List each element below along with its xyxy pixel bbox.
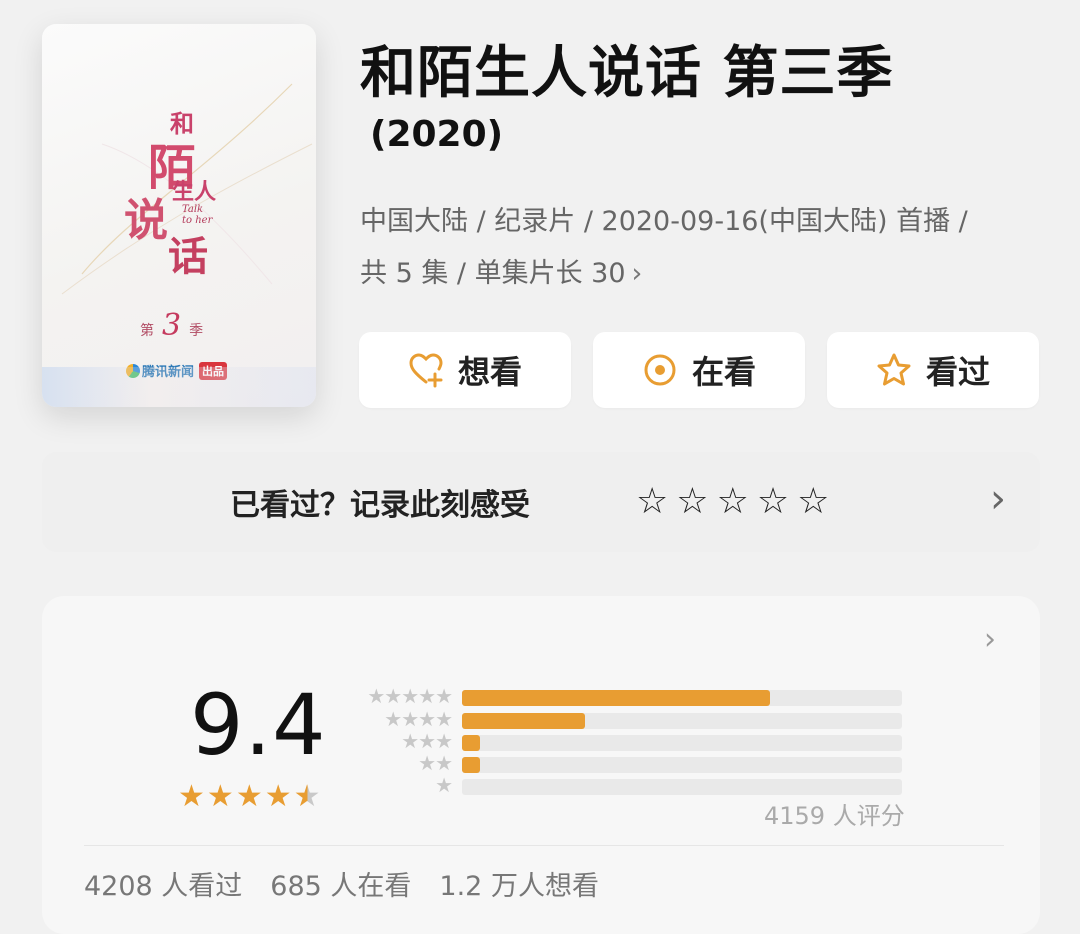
distribution-track bbox=[462, 757, 902, 773]
distribution-star-label: ★★★★★ bbox=[367, 684, 453, 708]
rate-star-3-icon[interactable]: ☆ bbox=[717, 482, 749, 522]
rating-count: 4159 人评分 bbox=[764, 802, 905, 830]
divider bbox=[84, 845, 1004, 846]
distribution-track bbox=[462, 690, 902, 706]
poster-char: 说 bbox=[124, 195, 168, 246]
chevron-right-icon: › bbox=[631, 258, 643, 289]
chevron-right-icon[interactable]: › bbox=[984, 622, 996, 657]
rate-star-4-icon[interactable]: ☆ bbox=[757, 482, 789, 522]
page-title: 和陌生人说话 第三季 bbox=[360, 41, 894, 106]
distribution-row-1-star: ★ bbox=[350, 773, 910, 797]
meta-info[interactable]: 中国大陆 / 纪录片 / 2020-09-16(中国大陆) 首播 / 共 5 集… bbox=[360, 196, 1050, 300]
audience-stats: 4208 人看过 685 人在看 1.2 万人想看 bbox=[84, 864, 599, 903]
distribution-star-label: ★ bbox=[435, 773, 453, 797]
distribution-fill bbox=[462, 735, 480, 751]
poster-swirl-decoration bbox=[61, 83, 313, 295]
distribution-row-4-star: ★★★★ bbox=[350, 707, 910, 731]
record-feeling-row[interactable] bbox=[42, 452, 1040, 552]
target-icon bbox=[644, 354, 676, 386]
distribution-track bbox=[462, 713, 902, 729]
watching-button-label: 在看 bbox=[691, 353, 756, 391]
rating-score: 9.4 bbox=[190, 676, 327, 774]
poster-image[interactable]: 和 陌 生人 说 话 Talk to her 第3季 腾讯新闻 出品 bbox=[42, 24, 316, 407]
score-stars: ★ ★ ★ ★ ★ bbox=[178, 780, 321, 814]
distribution-star-label: ★★★★ bbox=[384, 707, 453, 731]
rate-star-1-icon[interactable]: ☆ bbox=[636, 482, 668, 522]
distribution-track bbox=[462, 735, 902, 751]
star-outline-icon bbox=[877, 353, 911, 386]
rate-star-2-icon[interactable]: ☆ bbox=[676, 482, 708, 522]
distribution-row-2-star: ★★ bbox=[350, 751, 910, 775]
stat-watching: 685 人在看 bbox=[270, 871, 412, 902]
star-filled-icon: ★ bbox=[178, 779, 205, 814]
meta-line-2: 共 5 集 / 单集片长 30 › bbox=[360, 258, 643, 289]
release-year: (2020) bbox=[370, 114, 504, 155]
watching-button[interactable]: 在看 bbox=[593, 332, 805, 408]
star-filled-icon: ★ bbox=[235, 779, 263, 814]
poster-char: 话 bbox=[168, 233, 208, 280]
star-filled-icon: ★ bbox=[206, 779, 234, 814]
poster-english-subtitle: Talk to her bbox=[182, 204, 213, 226]
poster-season: 第3季 bbox=[140, 308, 206, 343]
distribution-row-3-star: ★★★ bbox=[350, 729, 910, 753]
star-filled-icon: ★ bbox=[264, 779, 292, 814]
distribution-fill bbox=[462, 690, 770, 706]
want-button[interactable]: 想看 bbox=[359, 332, 571, 408]
distribution-star-label: ★★★ bbox=[401, 729, 453, 753]
record-feeling-text: 已看过？记录此刻感受 bbox=[230, 488, 530, 523]
distribution-star-label: ★★ bbox=[418, 751, 453, 775]
chevron-right-icon[interactable]: › bbox=[990, 476, 1006, 522]
poster-char: 生人 bbox=[172, 179, 217, 205]
stat-want: 1.2 万人想看 bbox=[439, 871, 599, 902]
stat-watched: 4208 人看过 bbox=[84, 871, 243, 902]
rate-stars[interactable]: ☆ ☆ ☆ ☆ ☆ bbox=[636, 482, 829, 522]
rate-star-5-icon[interactable]: ☆ bbox=[797, 482, 829, 522]
poster-wash bbox=[42, 367, 316, 407]
want-button-label: 想看 bbox=[457, 353, 522, 391]
distribution-fill bbox=[462, 713, 586, 729]
distribution-track bbox=[462, 779, 902, 795]
heart-plus-icon bbox=[409, 353, 443, 388]
star-half-icon: ★ bbox=[293, 779, 321, 814]
meta-line-1: 中国大陆 / 纪录片 / 2020-09-16(中国大陆) 首播 / bbox=[360, 206, 968, 237]
watched-button[interactable]: 看过 bbox=[827, 332, 1039, 408]
distribution-fill bbox=[462, 757, 480, 773]
watched-button-label: 看过 bbox=[925, 353, 990, 391]
distribution-row-5-star: ★★★★★ bbox=[350, 684, 910, 708]
